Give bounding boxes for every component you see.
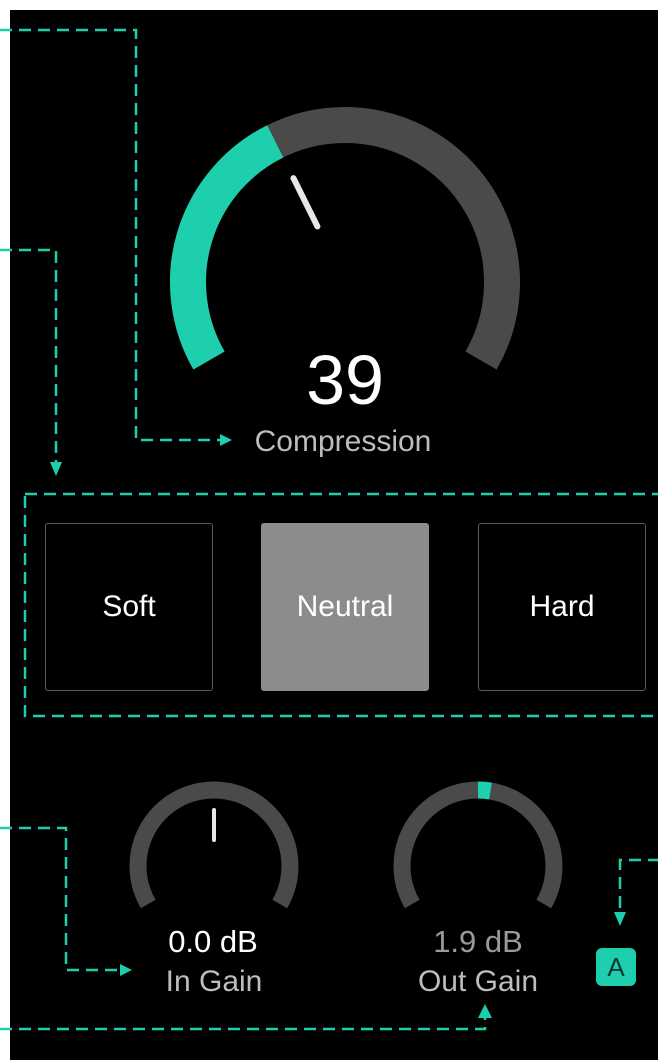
mode-button-hard[interactable]: Hard	[478, 523, 646, 691]
compression-knob-pointer	[290, 175, 321, 230]
in-gain-label: In Gain	[165, 965, 263, 998]
out-gain-value: 1.9 dB	[433, 924, 523, 959]
out-gain-knob-track	[393, 781, 563, 909]
auto-button[interactable]: A	[596, 948, 636, 986]
in-gain-knob[interactable]	[129, 781, 299, 909]
out-gain-knob[interactable]	[393, 781, 563, 909]
in-gain-knob-track	[129, 781, 299, 909]
mode-button-neutral[interactable]: Neutral	[261, 523, 429, 691]
out-gain-knob-fill	[477, 781, 492, 800]
compression-knob[interactable]	[169, 107, 520, 370]
out-gain-label: Out Gain	[417, 965, 539, 998]
compression-label: Compression	[254, 425, 432, 458]
mode-button-soft[interactable]: Soft	[45, 523, 213, 691]
compression-knob-fill	[169, 125, 284, 370]
in-gain-value: 0.0 dB	[168, 924, 258, 959]
compression-value: 39	[306, 341, 384, 419]
